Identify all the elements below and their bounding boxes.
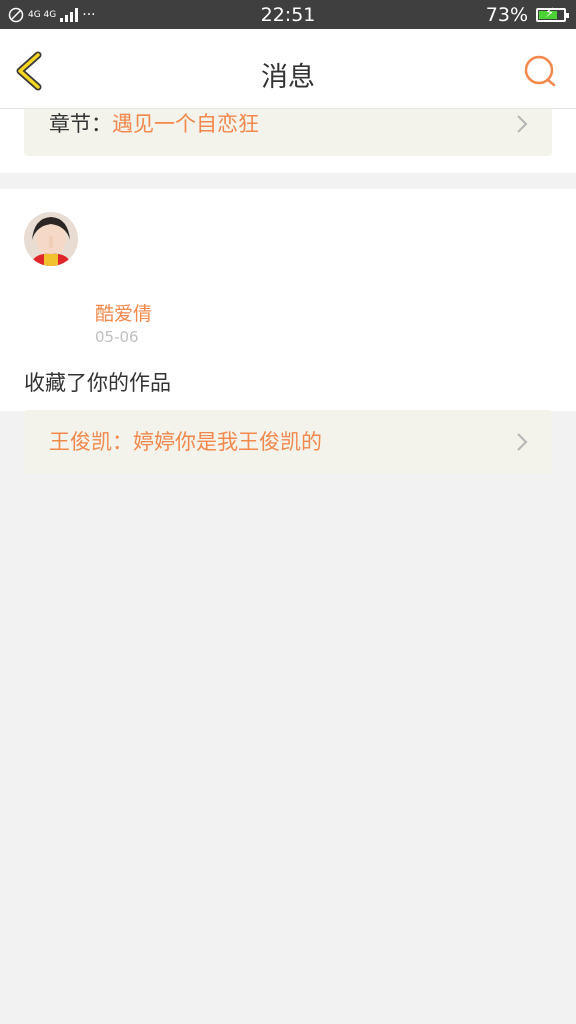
avatar-image (24, 212, 78, 266)
message-card: 酷爱倩 05-06 收藏了你的作品 王俊凯：婷婷你是我王俊凯的 (0, 189, 576, 474)
work-link[interactable]: 王俊凯：婷婷你是我王俊凯的 (24, 410, 552, 474)
search-button[interactable] (522, 53, 558, 89)
page-title: 消息 (261, 62, 315, 93)
username[interactable]: 酷爱倩 (95, 299, 152, 326)
divider (0, 173, 576, 189)
chevron-right-icon (517, 433, 528, 451)
battery-percent: 73% (485, 4, 528, 26)
work-link-text: 王俊凯：婷婷你是我王俊凯的 (49, 410, 322, 474)
header: 消息 (0, 29, 576, 109)
work-prefix: 王俊凯： (49, 430, 133, 454)
charging-icon: ⚡ (545, 6, 555, 21)
message-date: 05-06 (95, 328, 139, 346)
status-right: 73% ⚡ (485, 4, 569, 26)
status-bar: 4G 4G ··· 22:51 73% ⚡ (0, 0, 576, 29)
work-title: 婷婷你是我王俊凯的 (133, 430, 322, 454)
chapter-prefix: 章节： (49, 112, 112, 136)
message-feed[interactable]: 章节：遇见一个自恋狂 酷爱倩 05-06 收藏了你的作品 王俊凯：婷婷你是我王俊… (0, 92, 576, 474)
chapter-title: 遇见一个自恋狂 (112, 112, 259, 136)
message-card-partial: 章节：遇见一个自恋狂 (0, 92, 576, 173)
chevron-right-icon (517, 115, 528, 133)
avatar[interactable] (24, 212, 78, 266)
search-icon (524, 55, 556, 87)
message-text: 收藏了你的作品 (24, 371, 171, 395)
battery-icon: ⚡ (536, 6, 569, 22)
